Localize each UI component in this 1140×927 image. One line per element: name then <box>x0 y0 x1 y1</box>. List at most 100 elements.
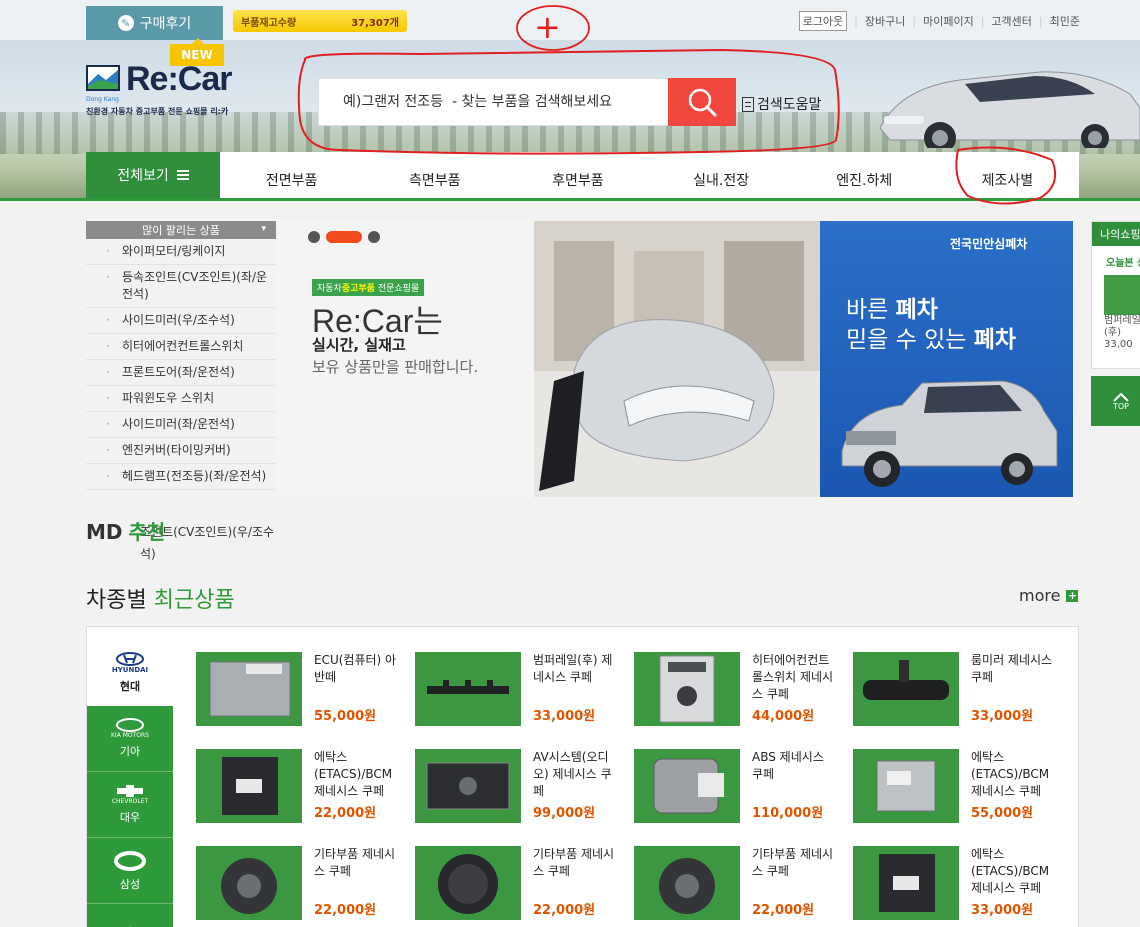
product-image[interactable] <box>415 846 521 920</box>
chevron-down-icon: ▾ <box>261 224 266 234</box>
mypage-link[interactable]: 마이페이지 <box>923 13 974 29</box>
slider-dot[interactable] <box>368 231 380 243</box>
search-input[interactable] <box>319 79 669 125</box>
product-name[interactable]: 범퍼레일(후) 제네시스 쿠페 <box>533 652 619 686</box>
product-image[interactable] <box>196 749 302 823</box>
product-name[interactable]: 히터에어컨컨트롤스위치 제네시스 쿠페 <box>752 652 838 703</box>
list-item[interactable]: 사이드미러(좌/운전석) <box>86 412 276 438</box>
support-link[interactable]: 고객센터 <box>991 13 1031 29</box>
product-image[interactable] <box>634 846 740 920</box>
product-card[interactable]: 에탁스(ETACS)/BCM 제네시스 쿠페 33,000원 <box>853 846 1063 926</box>
cart-link[interactable]: 장바구니 <box>865 13 905 29</box>
product-image[interactable] <box>196 846 302 920</box>
nav-item-engine[interactable]: 엔진.하체 <box>793 152 936 198</box>
nav-item-front[interactable]: 전면부품 <box>220 152 363 198</box>
product-image[interactable] <box>853 652 959 726</box>
hyundai-logo-icon <box>116 651 144 666</box>
slider-dot-active[interactable] <box>326 231 362 243</box>
search-help-link[interactable]: 검색도움말 <box>742 94 821 114</box>
brand-tab-ssangyong[interactable] <box>87 904 173 927</box>
md-picks-title: MD 추천 <box>86 516 165 545</box>
search-icon <box>688 88 717 117</box>
site-logo[interactable]: Re:Car Dong Kang 친환경 자동차 중고부품 전문 쇼핑몰 리:카 <box>86 60 266 122</box>
product-name[interactable]: 룸미러 제네시스 쿠페 <box>971 652 1057 686</box>
product-image[interactable] <box>853 846 959 920</box>
recent-item-image[interactable] <box>1104 275 1140 315</box>
product-card[interactable]: ECU(컴퓨터) 아반떼 55,000원 <box>196 652 406 732</box>
brand-label: 기아 <box>119 745 141 758</box>
logout-link[interactable]: 로그아웃 <box>798 11 848 31</box>
scroll-top-button[interactable]: TOP <box>1091 376 1140 426</box>
review-button[interactable]: ✎ 구매후기 <box>86 6 223 40</box>
product-price: 22,000원 <box>314 903 377 918</box>
product-name[interactable]: 기타부품 제네시스 쿠페 <box>314 846 400 880</box>
product-name[interactable]: AV시스템(오디오) 제네시스 쿠페 <box>533 749 619 800</box>
product-name[interactable]: ECU(컴퓨터) 아반떼 <box>314 652 400 686</box>
product-image[interactable] <box>634 652 740 726</box>
list-item[interactable]: 헤드램프(전조등)(좌/운전석) <box>86 464 276 490</box>
product-card[interactable]: 룸미러 제네시스 쿠페 33,000원 <box>853 652 1063 732</box>
slider-dot[interactable] <box>308 231 320 243</box>
my-shopping-title[interactable]: 나의쇼핑 <box>1092 222 1140 246</box>
search-button[interactable] <box>668 78 736 126</box>
brand-tab-hyundai[interactable]: HYUNDAI 현대 <box>87 640 173 706</box>
product-name[interactable]: ABS 제네시스 쿠페 <box>752 749 838 783</box>
recent-item-price: 33,00 <box>1104 339 1133 350</box>
nav-item-interior[interactable]: 실내.전장 <box>650 152 793 198</box>
slide-tag-post: 전문쇼핑몰 <box>374 284 420 294</box>
product-name[interactable]: 기타부품 제네시스 쿠페 <box>752 846 838 880</box>
product-card[interactable]: 기타부품 제네시스 쿠페 22,000원 <box>634 846 844 926</box>
recent-title-a: 차종별 <box>86 588 154 613</box>
nav-item-side[interactable]: 측면부품 <box>363 152 506 198</box>
slide-line2: 보유 상품만을 판매합니다. <box>312 358 479 376</box>
all-categories-button[interactable]: 전체보기 <box>86 152 220 198</box>
list-item[interactable]: 프론트도어(좌/운전석) <box>86 360 276 386</box>
brand-label: 대우 <box>119 811 141 824</box>
product-card[interactable]: 에탁스(ETACS)/BCM 제네시스 쿠페 22,000원 <box>196 749 406 829</box>
user-name[interactable]: 최민준 <box>1050 13 1080 29</box>
review-label: 구매후기 <box>139 16 192 32</box>
promo-line2-b: 폐차 <box>973 327 1017 353</box>
product-card[interactable]: 히터에어컨컨트롤스위치 제네시스 쿠페 44,000원 <box>634 652 844 732</box>
product-card[interactable]: 기타부품 제네시스 쿠페 22,000원 <box>196 846 406 926</box>
car-image <box>879 71 1140 148</box>
plus-icon: + <box>1066 588 1079 602</box>
brand-tab-samsung[interactable]: 삼성 <box>87 838 173 904</box>
product-name[interactable]: 기타부품 제네시스 쿠페 <box>533 846 619 880</box>
product-price: 44,000원 <box>752 709 815 724</box>
scrap-promo-banner[interactable] <box>820 221 1073 497</box>
list-item[interactable]: 히터에어컨컨트롤스위치 <box>86 334 276 360</box>
product-name[interactable]: 에탁스(ETACS)/BCM 제네시스 쿠페 <box>314 749 400 800</box>
bestseller-header[interactable]: 많이 팔리는 상품 ▾ <box>86 221 276 239</box>
product-image[interactable] <box>634 749 740 823</box>
product-card[interactable]: 범퍼레일(후) 제네시스 쿠페 33,000원 <box>415 652 625 732</box>
list-item[interactable]: 사이드미러(우/조수석) <box>86 308 276 334</box>
recent-item-name[interactable]: 범퍼레일 <box>1092 315 1140 327</box>
product-name[interactable]: 에탁스(ETACS)/BCM 제네시스 쿠페 <box>971 846 1057 897</box>
recent-products-title: 차종별 최근상품 <box>86 582 235 614</box>
more-link[interactable]: more + <box>1019 586 1079 605</box>
nav-item-rear[interactable]: 후면부품 <box>506 152 649 198</box>
brand-logo-text: HYUNDAI <box>111 665 149 674</box>
product-card[interactable]: AV시스템(오디오) 제네시스 쿠페 99,000원 <box>415 749 625 829</box>
product-image[interactable] <box>415 749 521 823</box>
product-card[interactable]: ABS 제네시스 쿠페 110,000원 <box>634 749 844 829</box>
list-item[interactable]: 엔진커버(타이밍커버) <box>86 438 276 464</box>
product-card[interactable]: 기타부품 제네시스 쿠페 22,000원 <box>415 846 625 926</box>
product-price: 55,000원 <box>314 709 377 724</box>
list-item[interactable]: 등속조인트(CV조인트)(좌/운전석) <box>86 265 276 308</box>
brand-tab-daewoo[interactable]: CHEVROLET 대우 <box>87 772 173 838</box>
nav-item-manufacturer[interactable]: 제조사별 <box>936 152 1079 198</box>
top-label: TOP <box>1112 401 1129 411</box>
list-item[interactable]: 와이퍼모터/링케이지 <box>86 239 276 265</box>
bestseller-box: 많이 팔리는 상품 ▾ 와이퍼모터/링케이지 등속조인트(CV조인트)(좌/운전… <box>86 221 276 497</box>
product-image[interactable] <box>853 749 959 823</box>
list-item[interactable]: 파워윈도우 스위치 <box>86 386 276 412</box>
product-card[interactable]: 에탁스(ETACS)/BCM 제네시스 쿠페 55,000원 <box>853 749 1063 829</box>
brand-tab-kia[interactable]: KIA MOTORS 기아 <box>87 706 173 772</box>
logo-wordmark: Re:Car <box>126 60 232 98</box>
product-name[interactable]: 에탁스(ETACS)/BCM 제네시스 쿠페 <box>971 749 1057 800</box>
product-image[interactable] <box>415 652 521 726</box>
slide-tag-pre: 자동차 <box>317 284 342 294</box>
product-image[interactable] <box>196 652 302 726</box>
